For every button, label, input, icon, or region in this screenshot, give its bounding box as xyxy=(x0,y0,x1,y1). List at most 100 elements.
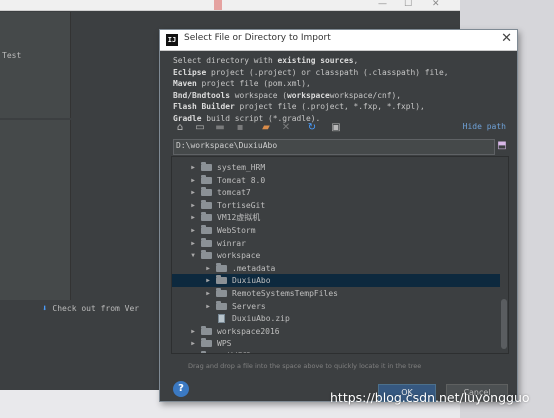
close-icon[interactable]: ✕ xyxy=(432,0,440,9)
desc-line-2: Eclipse project (.project) or classpath … xyxy=(173,67,449,77)
dialog-close-icon[interactable]: ✕ xyxy=(501,31,512,47)
checkout-from-vcs-link[interactable]: ⬇ Check out from Ver xyxy=(42,304,139,314)
delete-icon[interactable]: ✕ xyxy=(280,122,292,134)
folder-icon xyxy=(201,162,212,171)
tree-row-label: DuxiuAbo.zip xyxy=(232,314,290,324)
drag-drop-hint: Drag and drop a file into the space abov… xyxy=(188,362,422,370)
tree-row[interactable]: ▶ VM12虚拟机 xyxy=(172,211,500,224)
folder-icon xyxy=(201,237,212,247)
module-folder-icon[interactable]: ▪ xyxy=(234,122,246,134)
desc-line-5: Flash Builder project file (.project, *.… xyxy=(173,102,425,112)
desc-line-4: Bnd/Bndtools workspace (workspaceworkspa… xyxy=(173,90,402,100)
dialog-titlebar[interactable]: IJ Select File or Directory to Import ✕ xyxy=(160,30,517,51)
folder-icon xyxy=(216,288,227,297)
tree-row[interactable]: ▶ Tomcat 8.0 xyxy=(172,174,500,187)
tree-row[interactable]: ▶ DuxiuAbo xyxy=(172,274,500,288)
new-folder-icon[interactable]: ▰ xyxy=(260,122,272,134)
tree-row-label: workspace xyxy=(217,251,261,261)
tree-row[interactable]: ▶ .metadata xyxy=(172,262,500,275)
tree-row-label: TortiseGit xyxy=(217,200,266,210)
tree-row-label: WPS xyxy=(217,339,232,349)
tree-row-label: WebStorm xyxy=(217,226,256,235)
expand-arrow-icon[interactable]: ▶ xyxy=(189,211,197,224)
help-button[interactable]: ? xyxy=(173,381,189,397)
minimize-icon[interactable]: — xyxy=(378,0,387,9)
collapse-arrow-icon[interactable]: ▼ xyxy=(189,249,197,262)
expand-arrow-icon[interactable]: ▶ xyxy=(189,224,197,237)
expand-arrow-icon[interactable]: ▶ xyxy=(189,199,197,212)
folder-icon xyxy=(216,262,227,272)
hide-path-link[interactable]: Hide path xyxy=(463,122,506,131)
expand-arrow-icon[interactable]: ▶ xyxy=(189,186,197,199)
tree-row[interactable]: ▶ TortiseGit xyxy=(172,199,500,212)
tree-row-label: WS编辑器 xyxy=(217,350,251,353)
show-hidden-icon[interactable]: ▣ xyxy=(330,122,342,134)
expand-arrow-icon[interactable]: ▶ xyxy=(189,237,197,250)
folder-icon xyxy=(201,187,212,197)
background-panel-mid xyxy=(0,120,71,300)
folder-icon xyxy=(201,250,212,260)
tree-row-label: Servers xyxy=(232,301,266,311)
desc-line-1: Select directory with existing sources, xyxy=(173,56,359,65)
project-folder-icon[interactable]: ▬ xyxy=(214,122,226,134)
tree-row[interactable]: ▶ WebStorm xyxy=(172,224,500,237)
tree-row[interactable]: ▶ tomcat7 xyxy=(172,186,500,199)
tree-row[interactable]: ▶ RemoteSystemsTempFiles xyxy=(172,287,500,300)
expand-arrow-icon[interactable]: ▶ xyxy=(204,300,212,313)
intellij-icon: IJ xyxy=(166,34,178,46)
background-panel-top xyxy=(0,12,71,118)
file-tree[interactable]: ▶ system_HRM ▶ Tomcat 8.0 ▶ tomcat7 ▶ TortiseGi… xyxy=(171,156,509,354)
expand-arrow-icon[interactable]: ▶ xyxy=(189,161,197,174)
tree-row-label: workspace2016 xyxy=(217,326,280,336)
dialog-title: Select File or Directory to Import xyxy=(184,33,331,43)
path-input[interactable]: D:\workspace\DuxiuAbo xyxy=(173,139,495,155)
folder-icon xyxy=(201,212,212,222)
tree-row[interactable]: DuxiuAbo.zip xyxy=(172,312,500,325)
folder-icon xyxy=(201,174,212,184)
refresh-icon[interactable]: ↻ xyxy=(306,122,318,134)
checkout-label: Check out from Ver xyxy=(52,304,140,313)
folder-icon xyxy=(201,325,212,335)
tree-row[interactable]: ▶ workspace2016 xyxy=(172,325,500,338)
folder-icon xyxy=(201,338,212,348)
folder-icon xyxy=(201,351,206,353)
tree-row[interactable]: ▶ WPS xyxy=(172,337,500,350)
expand-arrow-icon[interactable]: ▶ xyxy=(189,350,197,353)
chooser-toolbar: ⌂ ▭ ▬ ▪ ▰ ✕ ↻ ▣ Hide path xyxy=(172,120,508,136)
home-icon[interactable]: ⌂ xyxy=(174,122,186,134)
tree-row-label: .metadata xyxy=(232,263,276,273)
expand-arrow-icon[interactable]: ▶ xyxy=(189,337,197,350)
folder-icon xyxy=(216,300,227,310)
background-titlebar: — ☐ ✕ xyxy=(0,0,460,11)
background-red-marker xyxy=(214,0,222,10)
tree-row[interactable]: ▶ Servers xyxy=(172,300,500,313)
expand-arrow-icon[interactable]: ▶ xyxy=(189,325,197,338)
tree-row-label: VM12虚拟机 xyxy=(217,213,261,223)
tree-row-label: Tomcat 8.0 xyxy=(217,175,266,185)
expand-arrow-icon[interactable]: ▶ xyxy=(204,274,212,287)
import-description: Select directory with existing sources, … xyxy=(173,55,449,125)
desc-line-3: Maven project file (pom.xml), xyxy=(173,79,311,89)
tree-row[interactable]: ▶ winrar xyxy=(172,237,500,250)
download-arrow-icon: ⬇ xyxy=(42,304,48,314)
tree-row-label: RemoteSystemsTempFiles xyxy=(232,289,338,298)
select-file-dialog: IJ Select File or Directory to Import ✕ … xyxy=(159,29,518,402)
tree-row-label: winrar xyxy=(217,238,246,248)
path-history-icon[interactable]: ⬒ xyxy=(496,139,508,153)
desktop-icon[interactable]: ▭ xyxy=(194,122,206,134)
path-input-value: D:\workspace\DuxiuAbo xyxy=(176,141,278,150)
tree-row-label: system_HRM xyxy=(217,163,266,172)
tree-row[interactable]: ▶ system_HRM xyxy=(172,161,500,174)
maximize-icon[interactable]: ☐ xyxy=(404,0,412,9)
folder-icon xyxy=(201,225,212,234)
tree-row[interactable]: ▶ WS编辑器 xyxy=(172,350,500,353)
zip-file-icon xyxy=(218,314,225,324)
tree-row[interactable]: ▼ workspace xyxy=(172,249,500,262)
tree-scrollbar[interactable] xyxy=(501,299,507,349)
folder-icon xyxy=(201,199,212,209)
expand-arrow-icon[interactable]: ▶ xyxy=(204,262,212,275)
tree-row-label: DuxiuAbo xyxy=(232,276,271,286)
expand-arrow-icon[interactable]: ▶ xyxy=(189,174,197,187)
folder-icon xyxy=(216,275,227,285)
expand-arrow-icon[interactable]: ▶ xyxy=(204,287,212,300)
